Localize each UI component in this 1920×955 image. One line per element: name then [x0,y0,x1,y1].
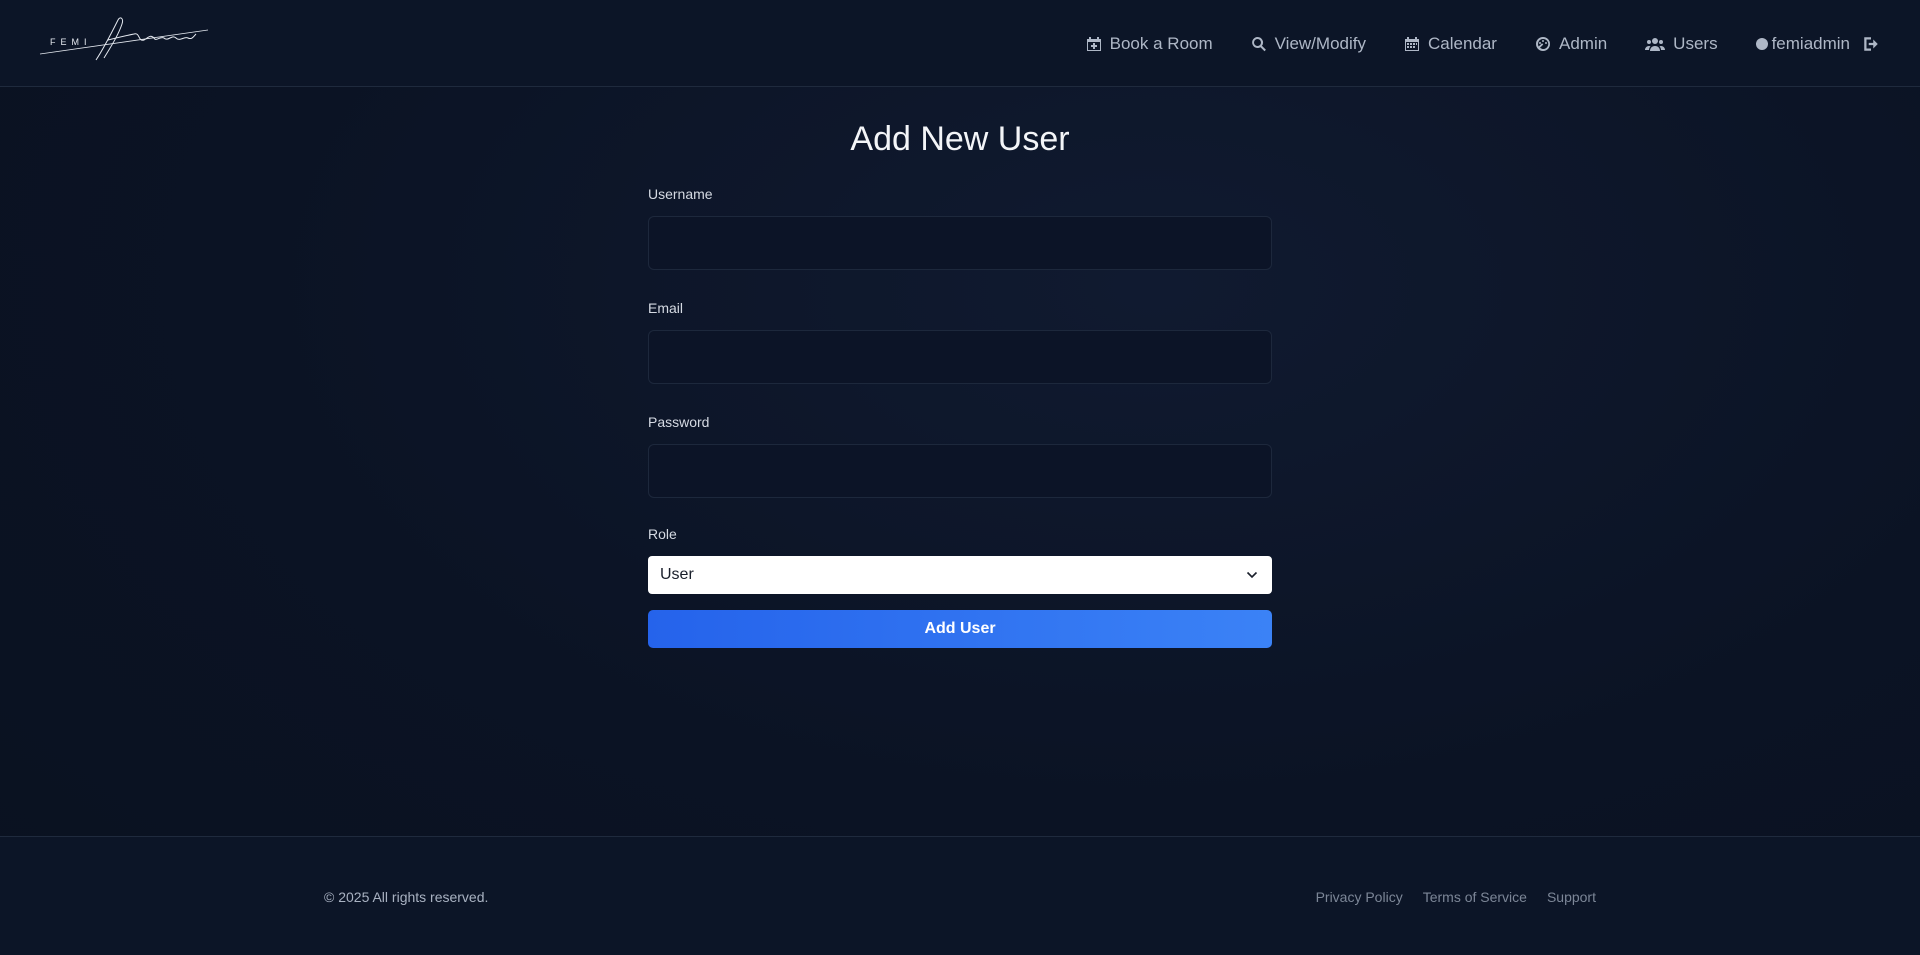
calendar-plus-icon [1086,36,1101,51]
privacy-policy-link[interactable]: Privacy Policy [1316,889,1403,905]
add-user-form: Username Email Password Role User Add Us… [648,186,1272,648]
email-label: Email [648,300,684,316]
email-input[interactable] [648,330,1272,384]
nav-view-modify-label: View/Modify [1274,33,1366,53]
users-icon [1645,37,1666,51]
nav-users[interactable]: Users [1645,33,1718,54]
nav-view-modify[interactable]: View/Modify [1251,34,1366,54]
terms-of-service-link[interactable]: Terms of Service [1423,889,1527,905]
footer-links: Privacy Policy Terms of Service Support [1296,889,1596,905]
user-menu: femiadmin [1755,34,1880,54]
add-user-button[interactable]: Add User [648,610,1272,648]
svg-text:FEMI: FEMI [50,37,92,47]
user-status-icon [1755,37,1768,50]
nav-calendar[interactable]: Calendar [1404,34,1497,54]
nav-book-room[interactable]: Book a Room [1086,34,1213,54]
copyright-text: © 2025 All rights reserved. [324,889,489,905]
nav-calendar-label: Calendar [1427,33,1497,53]
current-username[interactable]: femiadmin [1772,34,1850,54]
main-nav: Book a Room View/Modify Calendar Admin U… [1086,0,1880,87]
nav-users-label: Users [1673,33,1718,53]
password-label: Password [648,414,710,430]
role-select[interactable]: User [648,556,1272,594]
password-input[interactable] [648,444,1272,498]
username-input[interactable] [648,216,1272,270]
nav-book-room-label: Book a Room [1109,33,1213,53]
top-header: FEMI Book a Room View/Modify Calendar Ad… [0,0,1920,87]
nav-admin[interactable]: Admin [1535,34,1607,54]
page-title: Add New User [850,120,1070,158]
role-label: Role [648,526,677,542]
main-content: Add New User Username Email Password Rol… [0,88,1920,836]
username-label: Username [648,186,713,202]
page-footer: © 2025 All rights reserved. Privacy Poli… [0,836,1920,955]
gauge-icon [1535,36,1550,51]
chevron-down-icon [1246,571,1258,579]
search-icon [1251,36,1266,51]
brand-logo[interactable]: FEMI [38,14,210,66]
logout-icon[interactable] [1862,35,1880,53]
nav-admin-label: Admin [1558,33,1608,53]
support-link[interactable]: Support [1547,889,1596,905]
role-selected-value: User [660,566,694,583]
calendar-icon [1404,36,1419,51]
